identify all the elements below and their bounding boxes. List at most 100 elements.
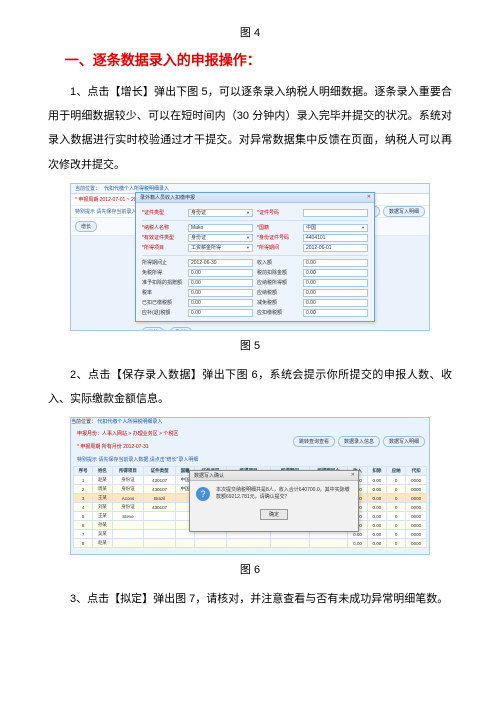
table-cell: 6: [74, 521, 93, 530]
form-input[interactable]: 0.00: [303, 259, 368, 267]
confirm-button[interactable]: 确定: [260, 509, 288, 520]
form-label: 税率: [142, 289, 184, 296]
form-input[interactable]: 0.00: [303, 299, 368, 307]
table-header: 应纳: [386, 467, 405, 476]
section-title: 一、逐条数据录入的申报操作：: [48, 50, 452, 70]
fig6-btn-0[interactable]: 跳转查询查看: [293, 436, 335, 447]
form-label: 已扣已缴税额: [142, 299, 184, 306]
form-label: 收入额: [257, 259, 299, 266]
fig6-toolbar: 当前位置： 代扣代缴个人所得税明细录入: [71, 418, 429, 425]
fig6-btn-1[interactable]: 数据录入信息: [338, 436, 380, 447]
form-label: *所得项目: [142, 244, 184, 251]
table-cell: 0: [386, 539, 405, 548]
fig6-loc-path: 代扣代缴个人所得税明细录入: [97, 419, 162, 425]
form-input[interactable]: 0.00: [303, 279, 368, 287]
table-cell: 0.00: [367, 539, 386, 548]
table-cell: 0: [386, 530, 405, 539]
table-cell: 王某: [93, 494, 112, 503]
table-cell: 0000: [406, 530, 427, 539]
form-input[interactable]: 0.00: [303, 269, 368, 277]
table-cell: [309, 539, 348, 548]
form-input[interactable]: 0.00: [188, 269, 253, 277]
form-input[interactable]: 2012-06-30: [188, 259, 253, 267]
table-header: 扣除: [367, 467, 386, 476]
form-input[interactable]: 0.00: [188, 309, 253, 317]
table-cell: 吴某: [93, 530, 112, 539]
form-select[interactable]: 身份证▼: [188, 209, 253, 217]
table-cell: 王某: [93, 512, 112, 521]
paragraph-1: 1、点击【增长】弹出下图 5，可以逐条录入纳税人明细数据。逐条录入重要合用于明细…: [48, 80, 452, 177]
fig6-loc-label: 当前位置：: [71, 419, 96, 425]
table-cell: [112, 521, 144, 530]
table-cell: 0.00: [367, 485, 386, 494]
figure-4-caption: 图 4: [48, 24, 452, 40]
fig5-dialog: 录外籍人员收入扣缴申报 ✕ *证件类型身份证▼*证件号码*纳税人名称Mako*国…: [135, 192, 375, 322]
chevron-down-icon: ▼: [246, 235, 250, 240]
form-input[interactable]: 0.00: [188, 279, 253, 287]
form-input[interactable]: [303, 209, 368, 217]
form-input[interactable]: 0.00: [303, 309, 368, 317]
table-cell: 孙某: [93, 521, 112, 530]
form-label: 应纳税所得额: [257, 279, 299, 286]
form-label: 税前扣除金额: [257, 269, 299, 276]
form-label: *证件类型: [142, 209, 184, 216]
table-cell: 0.00: [367, 512, 386, 521]
table-cell: 0000: [406, 494, 427, 503]
form-input[interactable]: 4404101: [303, 234, 368, 242]
close-icon[interactable]: ✕: [351, 472, 355, 478]
table-row[interactable]: 8赵某0.000.0000000: [74, 539, 427, 548]
table-header: 姓名: [93, 467, 112, 476]
cancel-button[interactable]: 取消: [170, 327, 192, 331]
close-icon[interactable]: ✕: [367, 194, 371, 200]
table-cell: [271, 539, 310, 548]
fig6-dialog-message: 本次提交纳税明细共是8人，收入合计640700.0，其中实际缴款额69212.7…: [216, 487, 352, 501]
fig6-notice: 特别提示 请先保存当前录入数据,请点击"增长"录入明细: [73, 453, 427, 466]
table-cell: 1: [74, 476, 93, 485]
table-cell: 4: [74, 503, 93, 512]
form-label: 应补(退)税额: [142, 309, 184, 316]
form-input[interactable]: 0.00: [188, 299, 253, 307]
fig5-dialog-title-text: 录外籍人员收入扣缴申报: [140, 195, 195, 201]
table-cell: 0000: [406, 485, 427, 494]
table-cell: [112, 530, 144, 539]
form-input[interactable]: 2012-06-01: [303, 244, 368, 252]
table-header: 证件类型: [144, 467, 176, 476]
form-select[interactable]: 中国▼: [303, 224, 368, 232]
form-select[interactable]: 身份证▼: [188, 234, 253, 242]
table-cell: 0000: [406, 512, 427, 521]
table-cell: 0000: [406, 539, 427, 548]
form-label: 所得期间止: [142, 259, 184, 266]
table-cell: 8: [74, 539, 93, 548]
table-cell: 0: [386, 494, 405, 503]
table-cell: 0.00: [348, 539, 367, 548]
fig6-dialog-title-text: 数据写入确认: [194, 473, 224, 479]
add-button[interactable]: 增长: [142, 327, 164, 331]
form-input[interactable]: 0.00: [188, 289, 253, 297]
form-label: 免税所得: [142, 269, 184, 276]
form-input[interactable]: Mako: [188, 224, 253, 232]
fig5-bg-pill[interactable]: 增长: [75, 221, 97, 232]
table-cell: 0000: [406, 503, 427, 512]
table-header: 序号: [74, 467, 93, 476]
table-cell: 赵某: [93, 476, 112, 485]
table-cell: 0.00: [367, 530, 386, 539]
table-cell: 0: [386, 521, 405, 530]
table-cell: 2: [74, 485, 93, 494]
table-cell: Brazil: [144, 494, 176, 503]
fig6-btn-2[interactable]: 数据写入明细: [383, 436, 425, 447]
table-cell: [227, 539, 271, 548]
paragraph-3: 3、点击【拟定】弹出图 7，请核对，并注意查看与否有未成功异常明细笔数。: [48, 587, 452, 611]
form-input[interactable]: 0.00: [303, 289, 368, 297]
fig5-side-btn-2[interactable]: 数据写入明细: [383, 206, 425, 217]
table-cell: 赵某: [93, 539, 112, 548]
figure-6-caption: 图 6: [48, 561, 452, 577]
form-label: *纳税人名称: [142, 224, 184, 231]
table-cell: 刘某: [93, 503, 112, 512]
table-cell: 0: [386, 503, 405, 512]
form-label: 减免税额: [257, 299, 299, 306]
table-cell: 0: [386, 485, 405, 494]
form-label: *国籍: [257, 224, 299, 231]
table-cell: 0: [386, 512, 405, 521]
table-cell: [144, 539, 176, 548]
form-select[interactable]: 工资薪金所得▼: [188, 244, 253, 252]
